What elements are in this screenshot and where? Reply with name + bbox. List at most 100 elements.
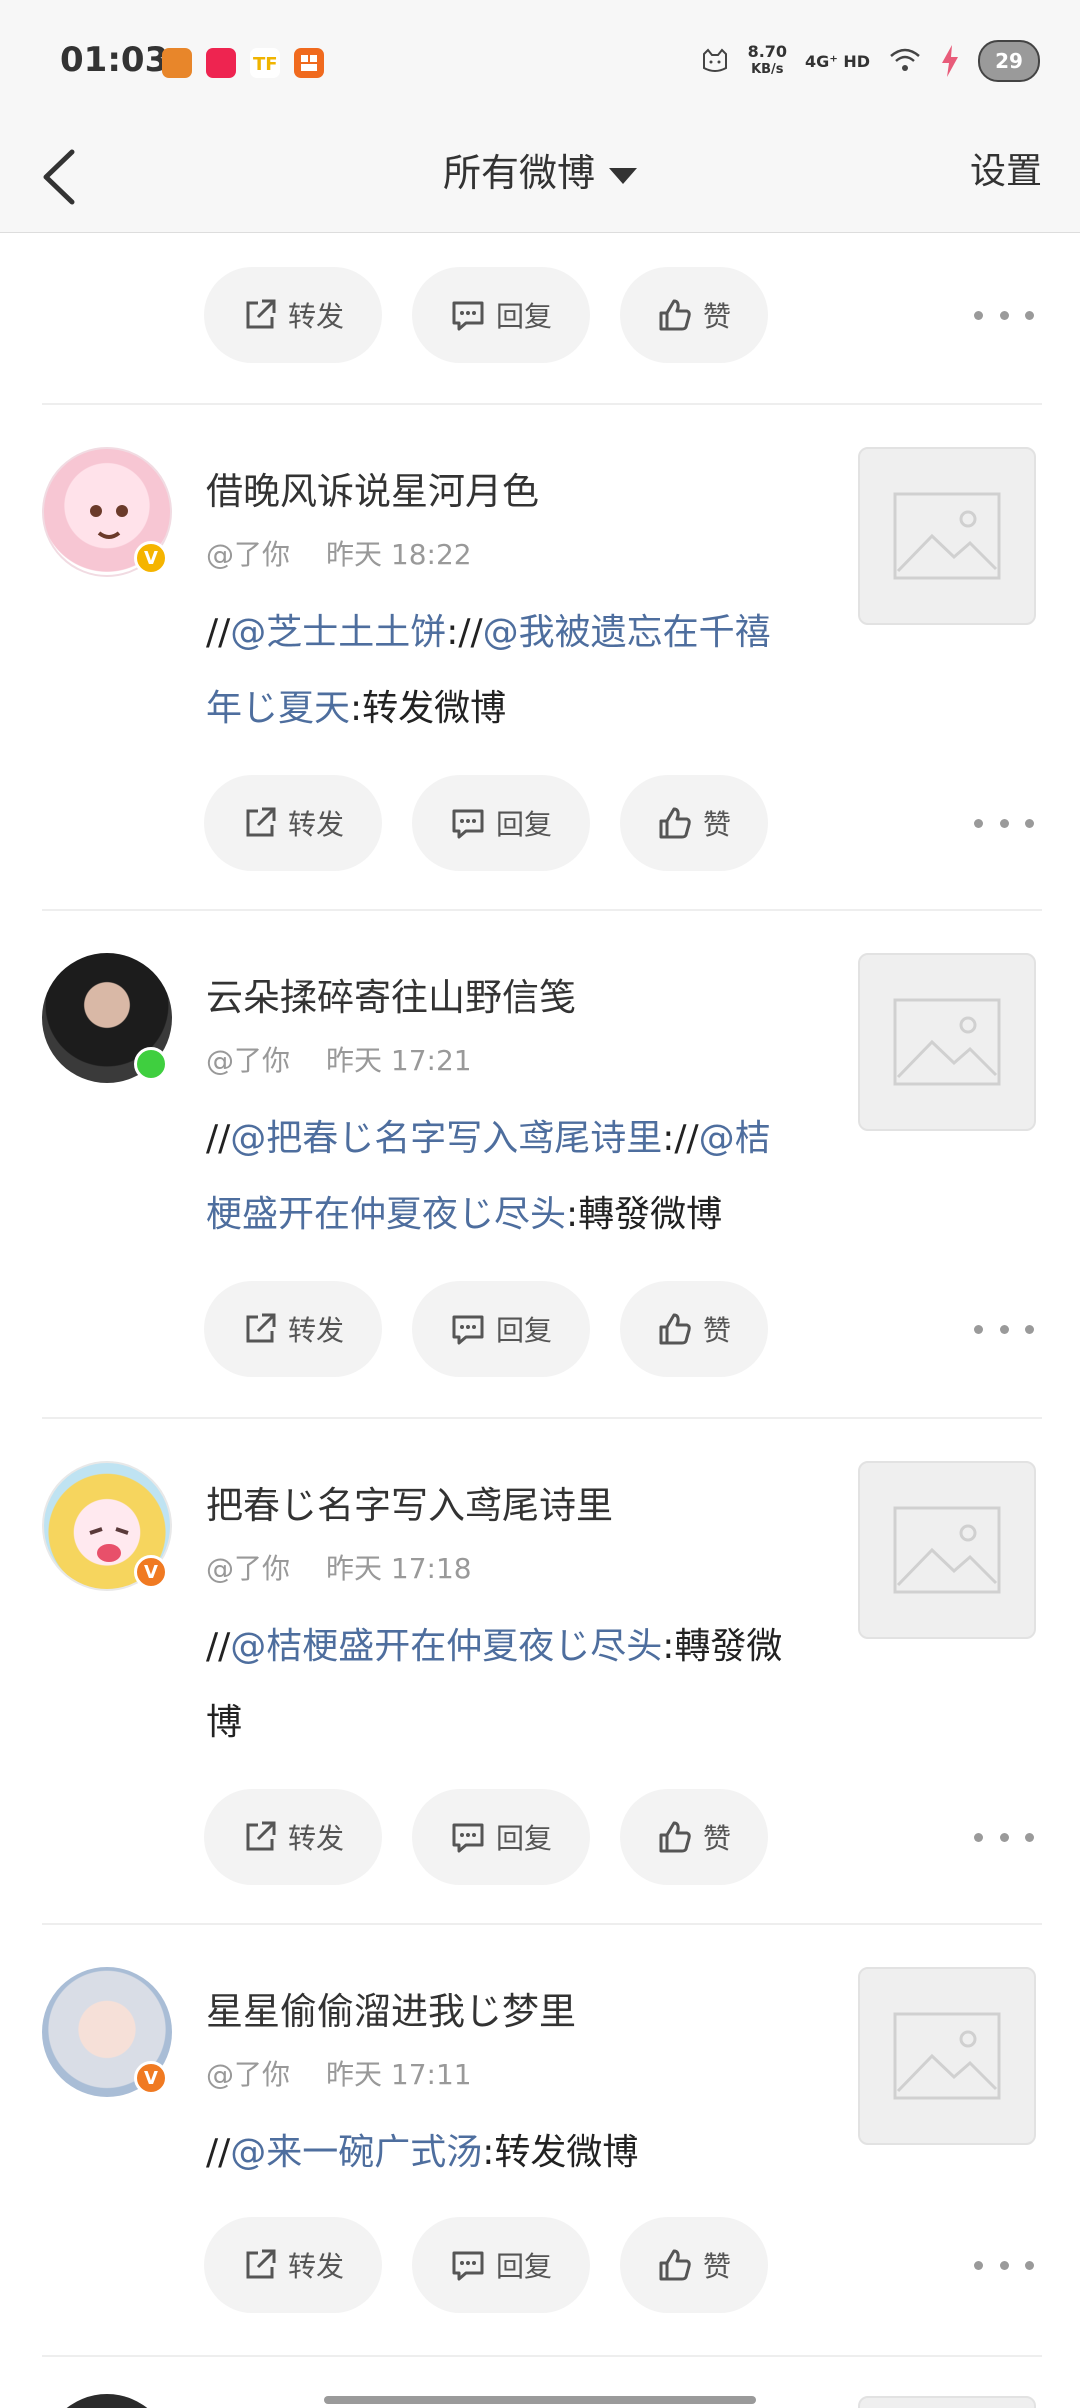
post-text: // [206, 2132, 231, 2173]
svg-text:TF: TF [253, 54, 278, 75]
post-meta: @了你 昨天 17:18 [206, 1547, 472, 1587]
post-card[interactable]: V 把春じ名字写入鸢尾诗里 @了你 昨天 17:18 //@桔梗盛开在仲夏夜じ尽头… [0, 1419, 1080, 1925]
thumbs-up-icon [659, 299, 691, 331]
repost-label: 转发 [287, 300, 344, 333]
xiaohongshu-icon [206, 48, 236, 78]
post-body: //@芝士土土饼://@我被遗忘在千禧年じ夏天:转发微博 [206, 595, 806, 747]
repost-button[interactable]: 转发 [204, 2217, 382, 2313]
mention-link[interactable]: @桔梗盛开在仲夏夜じ尽头 [230, 1626, 662, 1667]
settings-button[interactable]: 设置 [970, 142, 1042, 194]
more-options-button[interactable] [974, 805, 1034, 841]
post-card[interactable]: 云朵揉碎寄往山野信笺 @了你 昨天 17:21 //@把春じ名字写入鸢尾诗里://… [0, 911, 1080, 1417]
page-title: 所有微博 [442, 151, 595, 195]
mention-link[interactable]: @把春じ名字写入鸢尾诗里 [230, 1118, 662, 1159]
repost-label: 转发 [287, 808, 344, 841]
post-actions: 转发 回复 赞 [204, 1281, 1064, 1377]
repost-label: 转发 [287, 1314, 344, 1347]
battery-indicator: 29 [978, 40, 1040, 82]
reply-label: 回复 [495, 2250, 552, 2283]
comment-icon [452, 2251, 484, 2281]
repost-button[interactable]: 转发 [204, 775, 382, 871]
cat-icon [702, 48, 727, 72]
post-body: //@来一碗广式汤:转发微博 [206, 2115, 806, 2191]
post-handle: @了你 [206, 1044, 291, 1077]
net-speed: 8.70 KB/s [748, 43, 787, 79]
image-icon [893, 2012, 1001, 2100]
post-time: 昨天 18:22 [326, 538, 472, 571]
post-username[interactable]: 云朵揉碎寄往山野信笺 [206, 967, 576, 1021]
online-status-badge [134, 1047, 168, 1081]
thumbs-up-icon [659, 1821, 691, 1853]
post-username[interactable]: 把春じ名字写入鸢尾诗里 [206, 1475, 613, 1529]
post-card[interactable]: V 借晚风诉说星河月色 @了你 昨天 18:22 //@芝士土土饼://@我被遗忘… [0, 405, 1080, 911]
more-options-button[interactable] [974, 2247, 1034, 2283]
post-text: :// [662, 1118, 699, 1159]
more-options-button[interactable] [974, 1311, 1034, 1347]
post-card[interactable]: V 星星偷偷溜进我じ梦里 @了你 昨天 17:11 //@来一碗广式汤:转发微博 … [0, 1925, 1080, 2355]
comment-icon [452, 1315, 484, 1345]
status-bar: 01:03 TF 8.70 KB/s 4G⁺ HD 29 [0, 0, 1080, 120]
more-options-button[interactable] [974, 297, 1034, 333]
verified-badge: V [134, 2061, 168, 2095]
image-placeholder[interactable] [858, 2396, 1036, 2408]
share-icon [246, 2249, 276, 2279]
repost-button[interactable]: 转发 [204, 267, 382, 363]
like-button[interactable]: 赞 [620, 2217, 768, 2313]
post-username[interactable]: 星星偷偷溜进我じ梦里 [206, 1981, 576, 2035]
post-actions: 转发 回复 赞 [204, 775, 1064, 871]
share-icon [246, 1821, 276, 1851]
post-handle: @了你 [206, 538, 291, 571]
wifi-icon [890, 48, 920, 71]
post-meta: @了你 昨天 17:21 [206, 1039, 472, 1079]
share-icon [246, 807, 276, 837]
like-button[interactable]: 赞 [620, 1281, 768, 1377]
image-placeholder[interactable] [858, 447, 1036, 625]
reply-button[interactable]: 回复 [412, 775, 590, 871]
image-placeholder[interactable] [858, 1967, 1036, 2145]
mention-link[interactable]: @芝士土土饼 [230, 612, 446, 653]
home-indicator[interactable] [324, 2396, 756, 2404]
feed-filter-dropdown[interactable]: 所有微博 [0, 142, 1080, 197]
status-right-group: 8.70 KB/s 4G⁺ HD 29 [700, 36, 1040, 86]
image-placeholder[interactable] [858, 1461, 1036, 1639]
post-text: :轉發微博 [566, 1194, 723, 1235]
reply-button[interactable]: 回复 [412, 2217, 590, 2313]
orange-grid-icon [294, 48, 324, 78]
verified-badge: V [134, 541, 168, 575]
net-speed-value: 8.70 [747, 42, 788, 61]
like-button[interactable]: 赞 [620, 267, 768, 363]
share-icon [246, 299, 276, 329]
reply-label: 回复 [495, 1314, 552, 1347]
post-divider [42, 2355, 1042, 2357]
like-label: 赞 [702, 1822, 731, 1855]
repost-button[interactable]: 转发 [204, 1789, 382, 1885]
avatar[interactable] [42, 2394, 172, 2408]
post-username[interactable]: 借晚风诉说星河月色 [206, 461, 539, 515]
chevron-down-icon [609, 167, 637, 184]
charging-icon [942, 45, 958, 77]
mention-link[interactable]: @来一碗广式汤 [230, 2132, 482, 2173]
post-time: 昨天 17:18 [326, 1552, 472, 1585]
repost-label: 转发 [287, 2250, 344, 2283]
post-text: // [206, 612, 231, 653]
post-text: // [206, 1626, 231, 1667]
like-label: 赞 [702, 300, 731, 333]
verified-badge: V [134, 1555, 168, 1589]
post-actions: 转发 回复 赞 [204, 1789, 1064, 1885]
reply-button[interactable]: 回复 [412, 267, 590, 363]
reply-label: 回复 [495, 1822, 552, 1855]
like-button[interactable]: 赞 [620, 775, 768, 871]
like-button[interactable]: 赞 [620, 1789, 768, 1885]
image-placeholder[interactable] [858, 953, 1036, 1131]
image-icon [893, 1506, 1001, 1594]
thumbs-up-icon [659, 807, 691, 839]
more-options-button[interactable] [974, 1819, 1034, 1855]
net-speed-unit: KB/s [751, 62, 784, 77]
comment-icon [452, 1823, 484, 1853]
reply-button[interactable]: 回复 [412, 1281, 590, 1377]
post-text: :转发微博 [350, 688, 507, 729]
image-icon [893, 998, 1001, 1086]
app-screen: 01:03 TF 8.70 KB/s 4G⁺ HD 29 所有微博 设置 转发 … [0, 0, 1080, 2408]
repost-button[interactable]: 转发 [204, 1281, 382, 1377]
reply-button[interactable]: 回复 [412, 1789, 590, 1885]
